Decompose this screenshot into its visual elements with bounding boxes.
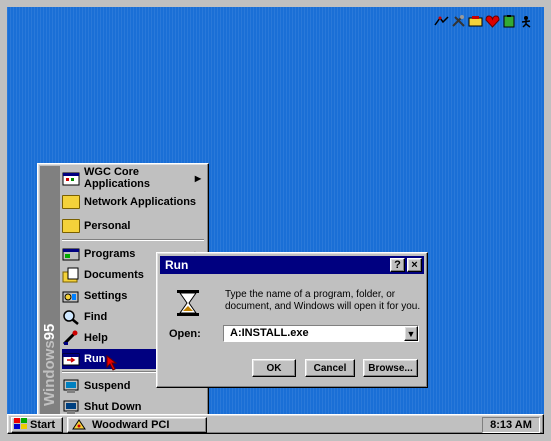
app-icon [72,418,86,433]
mouse-cursor-icon [106,355,118,371]
menu-item-personal[interactable]: Personal [62,216,205,236]
taskbar: Start Woodward PCI 8:13 AM [7,414,544,434]
menu-separator [62,239,204,241]
submenu-arrow-icon: ▶ [194,173,201,183]
cancel-button[interactable]: Cancel [305,359,355,377]
battery-icon[interactable] [502,14,517,29]
shutdown-icon [62,399,80,415]
chevron-down-icon: ▼ [406,328,416,339]
tools-icon[interactable] [451,14,466,29]
settings-icon [62,288,80,304]
start-menu-brand: Windows95 [41,323,58,406]
menu-item-network-applications[interactable]: Network Applications [62,192,205,212]
run-dialog: Run ? × Type the name of a program, fold… [156,252,428,388]
open-label: Open: [169,328,201,340]
screen-frame: Windows95 WGC Core Applications ▶ Networ… [0,0,551,441]
close-button[interactable]: × [407,258,422,272]
help-button[interactable]: ? [390,258,405,272]
browse-button[interactable]: Browse... [363,359,418,377]
menu-item-wgc-core-applications[interactable]: WGC Core Applications ▶ [62,166,205,190]
open-dropdown-button[interactable]: ▼ [404,326,418,341]
run-dialog-description: Type the name of a program, folder, or d… [225,289,421,312]
heart-icon[interactable] [485,14,500,29]
folder-icon [62,218,80,234]
tray-icons [434,11,534,31]
help-icon [62,330,80,346]
exit-icon[interactable] [519,14,534,29]
run-dialog-title: Run [165,258,189,272]
open-combobox[interactable]: ▼ [223,325,419,342]
program-group-icon [62,170,80,186]
run-icon [62,351,80,367]
taskbar-button-woodward-pci[interactable]: Woodward PCI [67,417,207,433]
suspend-icon [62,378,80,394]
programs-icon [62,246,80,262]
phone-icon[interactable] [468,14,483,29]
close-icon: × [411,259,418,271]
run-dialog-titlebar[interactable]: Run ? × [160,256,424,274]
network-icon[interactable] [434,14,449,29]
start-menu-brand-stripe: Windows95 [40,166,60,416]
windows-logo-icon [14,417,28,433]
desktop[interactable]: Windows95 WGC Core Applications ▶ Networ… [7,7,544,419]
ok-button[interactable]: OK [252,359,296,377]
open-input[interactable] [224,326,400,340]
clock[interactable]: 8:13 AM [482,417,540,433]
start-button[interactable]: Start [11,417,63,433]
documents-icon [62,267,80,283]
find-icon [62,309,80,325]
hourglass-icon [175,289,201,317]
folder-icon [62,194,80,210]
